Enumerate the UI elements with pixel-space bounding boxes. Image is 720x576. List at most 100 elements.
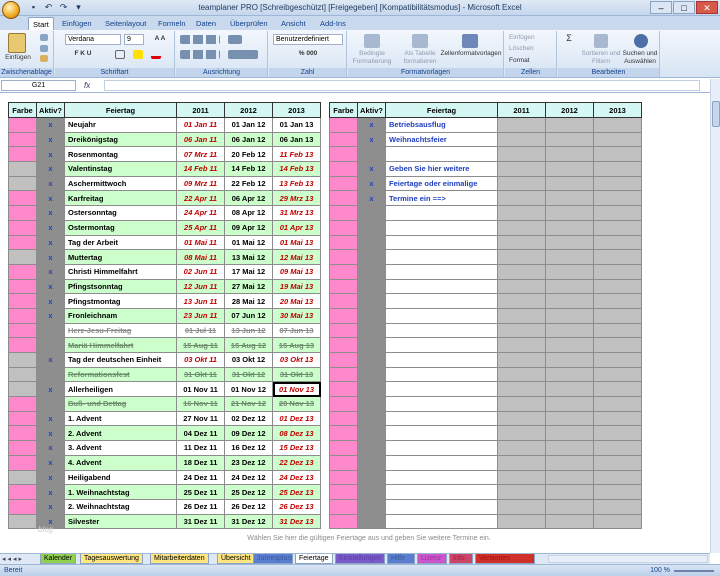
active-cell[interactable]: x [357,161,386,177]
color-cell[interactable] [329,425,358,442]
date-2011-cell[interactable]: 27 Nov 11 [176,410,225,427]
color-cell[interactable] [329,161,358,177]
color-cell[interactable] [8,263,37,280]
date-2011-cell[interactable]: 12 Jun 11 [176,278,225,295]
color-cell[interactable] [329,131,358,148]
date-2011-cell[interactable]: 16 Nov 11 [176,396,225,412]
date-2013-cell[interactable] [593,469,642,486]
format-painter-icon[interactable] [40,55,48,62]
date-2013-cell[interactable] [593,425,642,442]
active-cell[interactable] [357,322,386,339]
active-cell[interactable] [357,263,386,280]
date-2012-cell[interactable] [545,131,594,148]
active-cell[interactable]: x [36,161,65,177]
date-2013-cell[interactable] [593,219,642,236]
color-cell[interactable] [8,205,37,221]
active-cell[interactable] [357,234,386,251]
sheet-tab-versionen[interactable]: Versionen [475,554,535,564]
font-size-select[interactable]: 9 [124,34,144,45]
date-2013-cell[interactable] [593,498,642,515]
active-cell[interactable] [357,278,386,295]
active-cell[interactable] [357,366,386,383]
active-cell[interactable]: x [36,307,65,324]
color-cell[interactable] [8,146,37,163]
color-cell[interactable] [8,352,37,368]
date-2013-cell[interactable]: 26 Dez 13 [272,498,321,515]
color-cell[interactable] [329,249,358,265]
active-cell[interactable] [357,337,386,353]
color-cell[interactable] [329,366,358,383]
date-2011-cell[interactable]: 23 Jun 11 [176,307,225,324]
color-cell[interactable] [329,498,358,515]
color-cell[interactable] [8,322,37,339]
date-2011-cell[interactable] [497,293,546,309]
date-2012-cell[interactable]: 26 Dez 12 [224,498,273,515]
color-cell[interactable] [329,396,358,412]
color-cell[interactable] [329,410,358,427]
holiday-name-cell[interactable]: Karfreitag [64,190,177,207]
border-icon[interactable] [115,50,125,59]
copy-icon[interactable] [40,45,48,52]
active-cell[interactable] [36,337,65,353]
event-name-cell[interactable] [385,498,498,515]
date-2012-cell[interactable]: 25 Dez 12 [224,484,273,500]
color-cell[interactable] [329,219,358,236]
active-cell[interactable] [357,293,386,309]
date-2012-cell[interactable]: 16 Dez 12 [224,440,273,456]
event-name-cell[interactable] [385,293,498,309]
active-cell[interactable]: x [357,175,386,192]
active-cell[interactable] [357,249,386,265]
date-2011-cell[interactable]: 03 Okt 11 [176,352,225,368]
date-2012-cell[interactable] [545,161,594,177]
tab-formeln[interactable]: Formeln [158,17,186,30]
color-cell[interactable] [8,278,37,295]
date-2012-cell[interactable]: 20 Feb 12 [224,146,273,163]
date-2013-cell[interactable] [593,513,642,530]
holiday-name-cell[interactable]: Tag der Arbeit [64,234,177,251]
date-2013-cell[interactable]: 29 Mrz 13 [272,190,321,207]
sheet-tab-mitarbeiterdaten[interactable]: Mitarbeiterdaten [150,554,209,564]
date-2012-cell[interactable] [545,425,594,442]
date-2011-cell[interactable]: 13 Jun 11 [176,293,225,309]
date-2013-cell[interactable]: 07 Jun 13 [272,322,321,339]
paste-button[interactable]: Einfügen [0,54,36,62]
date-2013-cell[interactable]: 20 Mai 13 [272,293,321,309]
date-2013-cell[interactable] [593,205,642,221]
sort-filter-icon[interactable] [594,34,608,48]
date-2011-cell[interactable] [497,498,546,515]
date-2013-cell[interactable] [593,440,642,456]
date-2012-cell[interactable]: 02 Dez 12 [224,410,273,427]
format-as-table-button[interactable]: Als Tabelle formatieren [396,50,444,66]
date-2011-cell[interactable] [497,219,546,236]
color-cell[interactable] [329,234,358,251]
number-buttons[interactable]: % 000 [273,50,343,58]
color-cell[interactable] [329,293,358,309]
paste-icon[interactable] [8,33,26,53]
date-2011-cell[interactable] [497,366,546,383]
color-cell[interactable] [8,484,37,500]
date-2011-cell[interactable]: 01 Jul 11 [176,322,225,339]
date-2012-cell[interactable] [545,410,594,427]
active-cell[interactable]: x [36,440,65,456]
delete-cells-button[interactable]: Löschen [509,45,553,53]
active-cell[interactable]: x [36,263,65,280]
date-2013-cell[interactable] [593,293,642,309]
date-2013-cell[interactable] [593,454,642,471]
date-2013-cell[interactable]: 22 Dez 13 [272,454,321,471]
event-name-cell[interactable] [385,469,498,486]
date-2011-cell[interactable] [497,205,546,221]
date-2012-cell[interactable] [545,175,594,192]
active-cell[interactable]: x [36,293,65,309]
date-2012-cell[interactable] [545,307,594,324]
worksheet[interactable]: Farbe Aktiv? Feiertag 2011 2012 2013 x Ne… [0,94,710,534]
date-2013-cell[interactable]: 19 Mai 13 [272,278,321,295]
date-2011-cell[interactable] [497,131,546,148]
date-2011-cell[interactable]: 09 Mrz 11 [176,175,225,192]
vertical-align-icons[interactable] [180,35,220,44]
date-2013-cell[interactable] [593,131,642,148]
date-2013-cell[interactable]: 01 Apr 13 [272,219,321,236]
date-2012-cell[interactable]: 06 Apr 12 [224,190,273,207]
date-2011-cell[interactable] [497,146,546,163]
date-2012-cell[interactable]: 24 Dez 12 [224,469,273,486]
date-2012-cell[interactable]: 09 Apr 12 [224,219,273,236]
